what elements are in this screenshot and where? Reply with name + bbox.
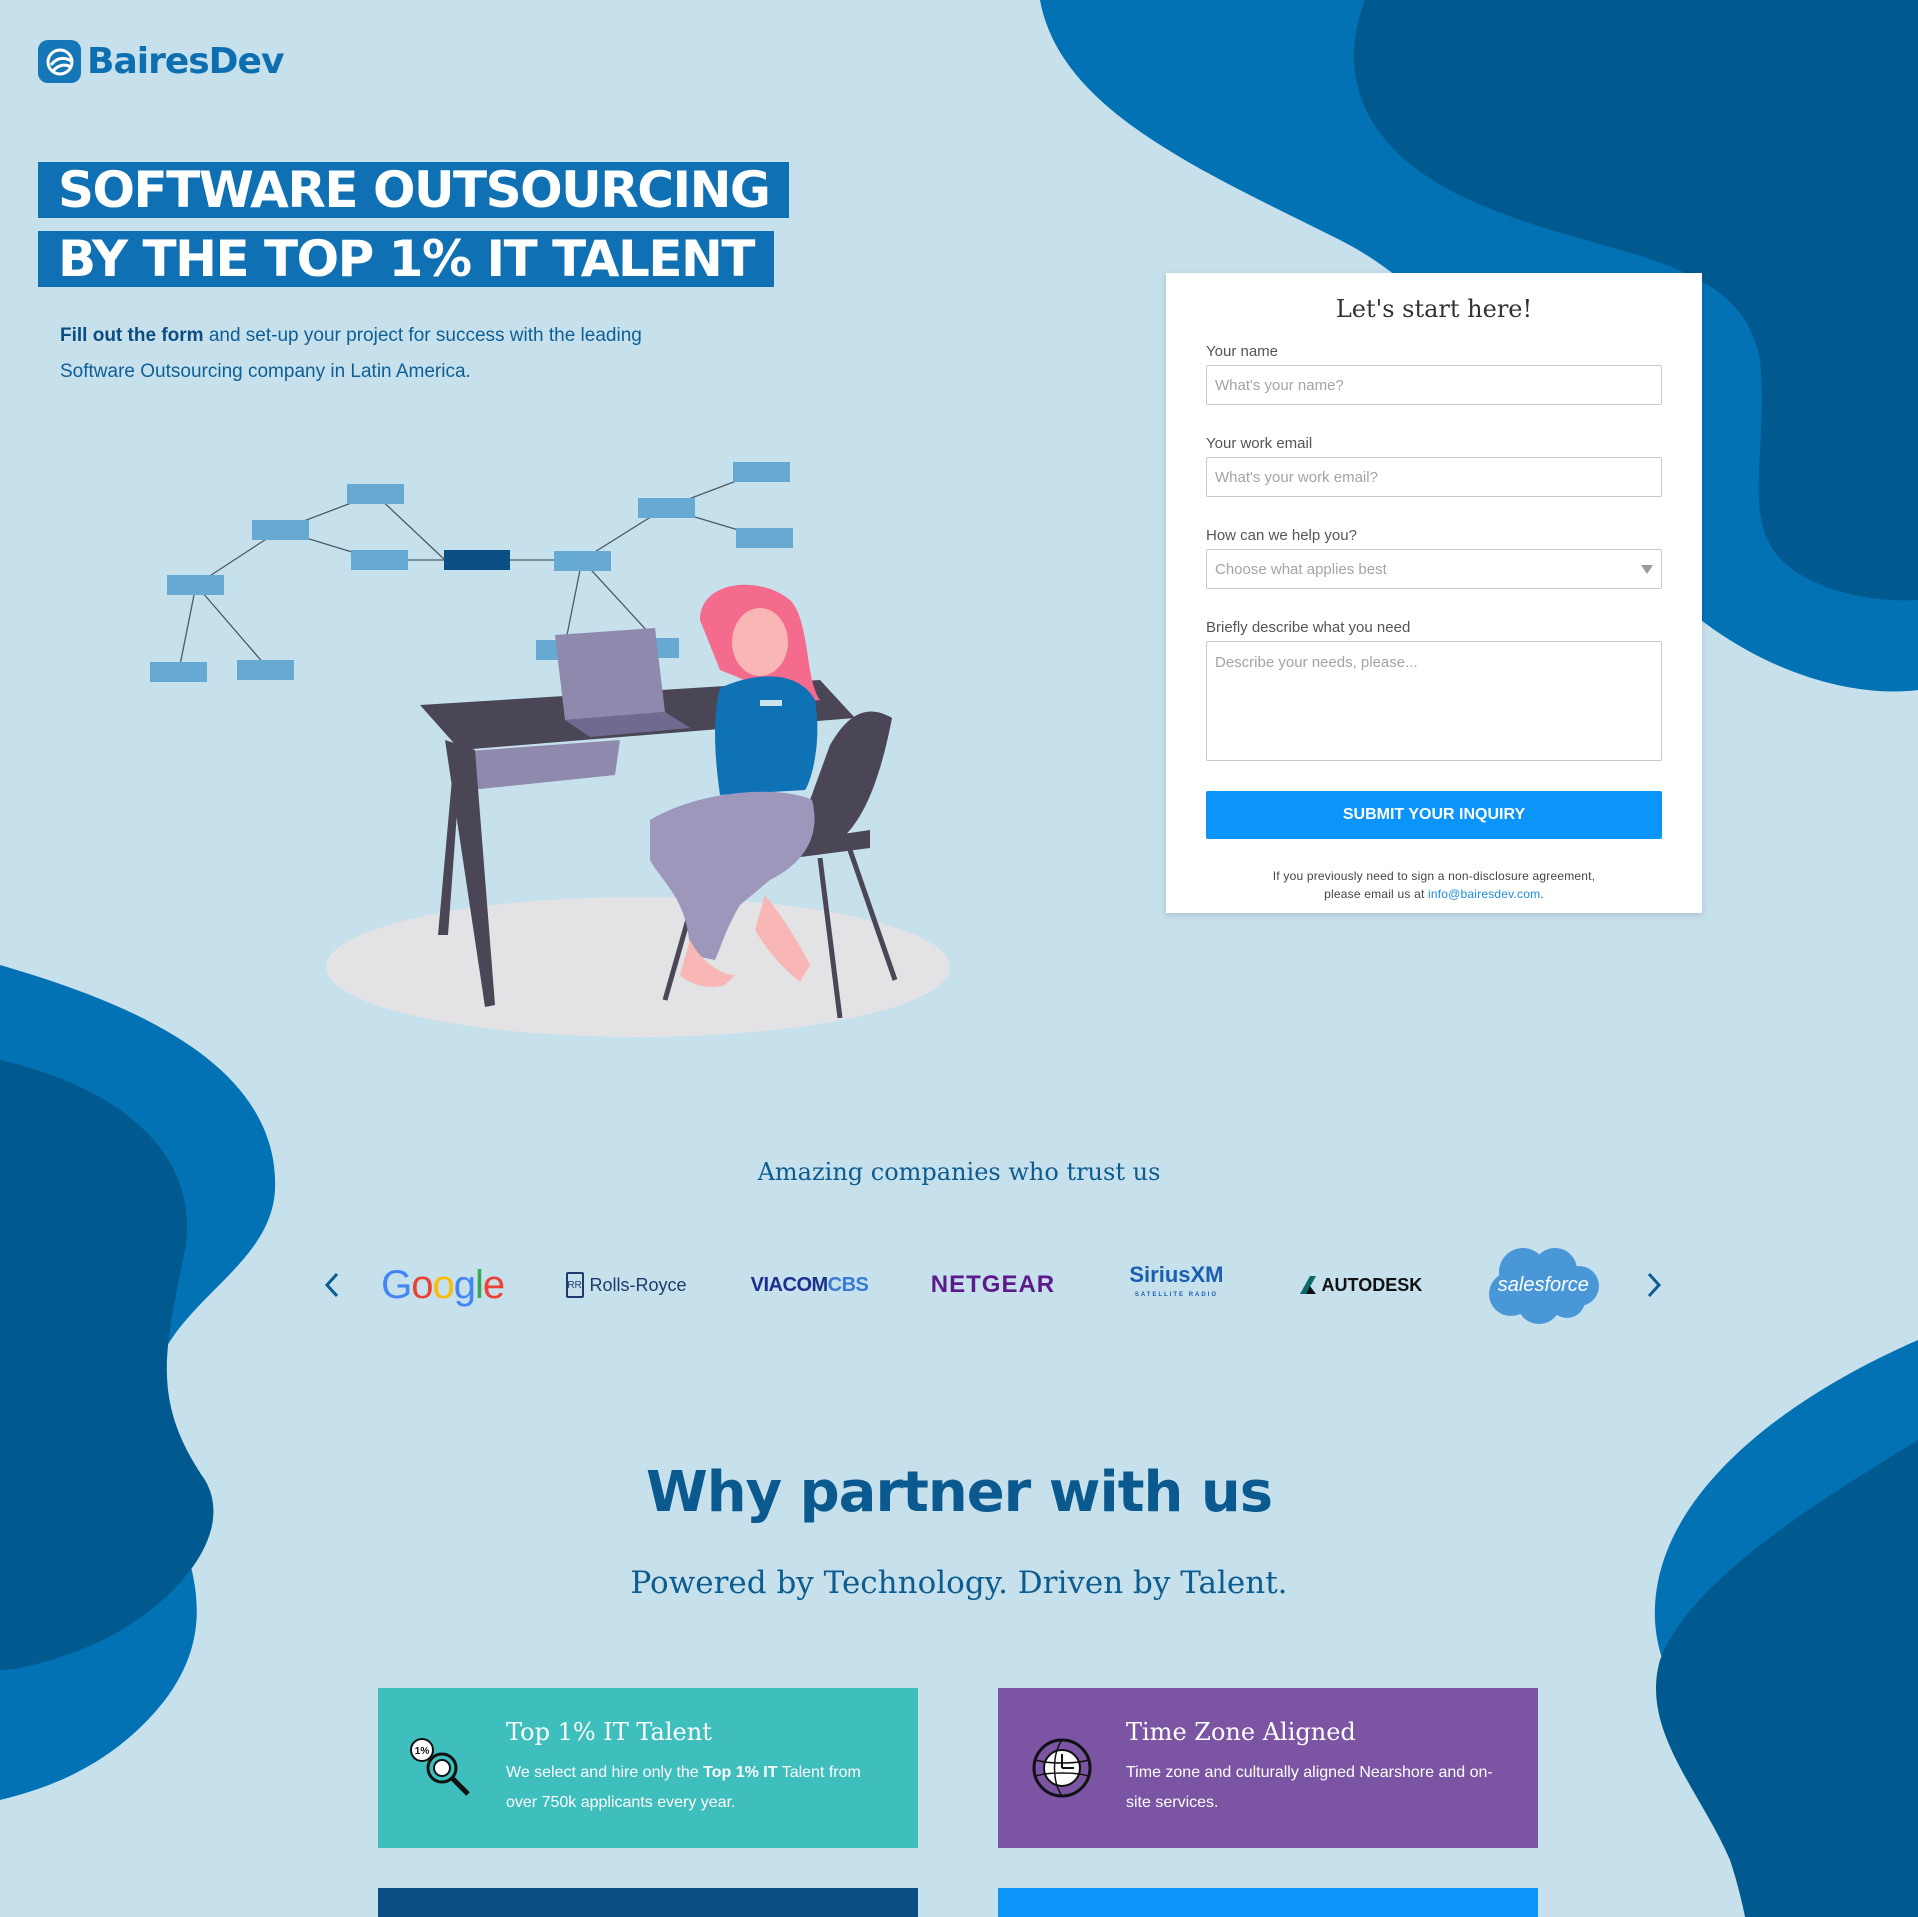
why-subtitle: Powered by Technology. Driven by Talent. [630, 1565, 1288, 1601]
globe-clock-icon [1032, 1738, 1092, 1798]
chevron-right-icon [1647, 1272, 1662, 1298]
feature-card-3 [378, 1888, 918, 1917]
nda-email-link[interactable]: info@bairesdev.com [1428, 887, 1540, 901]
logo-netgear: NETGEAR [930, 1271, 1056, 1298]
salesforce-text: salesforce [1497, 1273, 1589, 1296]
viacom-text: VIACOM [750, 1273, 829, 1296]
feature-icon-badge: 1% [415, 1746, 430, 1757]
feature-text: We select and hire only the Top 1% IT Ta… [506, 1764, 861, 1811]
email-label: Your work email [1206, 435, 1313, 452]
logo-salesforce: salesforce [1452, 1245, 1635, 1325]
magnifier-badge-icon: 1% [410, 1738, 470, 1796]
form-title: Let's start here! [1335, 295, 1533, 323]
rolls-royce-mark: RR [565, 1272, 584, 1298]
help-select[interactable]: Choose what applies best [1206, 549, 1662, 589]
caret-down-icon [1641, 564, 1653, 574]
email-input[interactable] [1206, 457, 1662, 497]
logo-autodesk: AUTODESK [1268, 1245, 1451, 1325]
nda-text-1: If you previously need to sign a non-dis… [1272, 869, 1596, 883]
siriusxm-text: SiriusXM [1129, 1262, 1224, 1287]
help-label: How can we help you? [1206, 527, 1357, 544]
describe-textarea[interactable] [1206, 641, 1662, 761]
client-logo-carousel: Google RR Rolls-Royce VIACOM CBS NETGEAR S… [313, 1240, 1673, 1330]
carousel-next-button[interactable] [1635, 1260, 1673, 1310]
feature-card-time-zone: Time Zone Aligned Time zone and cultural… [998, 1688, 1538, 1848]
hero-illustration [150, 462, 950, 1037]
help-select-value: Choose what applies best [1215, 560, 1387, 578]
feature-card-4 [998, 1888, 1538, 1917]
brand-name: BairesDev [87, 41, 284, 82]
logo-google: Google [381, 1262, 505, 1307]
autodesk-mark-icon [1299, 1276, 1316, 1294]
feature-title: Time Zone Aligned [1126, 1718, 1356, 1746]
hero-subtitle-bold: Fill out the form [60, 325, 204, 346]
brand-logo-icon [38, 40, 81, 83]
hero-title-line-2: BY THE TOP 1% IT TALENT [38, 231, 774, 287]
feature-title: Top 1% IT Talent [506, 1718, 712, 1746]
describe-label: Briefly describe what you need [1206, 619, 1411, 636]
logo-autodesk-text: AUTODESK [1321, 1274, 1423, 1295]
logo-rolls-royce: RR Rolls-Royce [534, 1245, 717, 1325]
name-input[interactable] [1206, 365, 1662, 405]
hero-subtitle: Fill out the form and set-up your projec… [60, 318, 660, 390]
cbs-text: CBS [827, 1273, 869, 1296]
nda-period: . [1540, 887, 1544, 901]
brand-logo[interactable]: BairesDev [38, 40, 284, 83]
feature-text: Time zone and culturally aligned Nearsho… [1126, 1764, 1493, 1811]
trust-title: Amazing companies who trust us [757, 1158, 1161, 1186]
logo-viacomcbs: VIACOM CBS [718, 1245, 901, 1325]
submit-button[interactable]: SUBMIT YOUR INQUIRY [1206, 791, 1662, 839]
logo-siriusxm: SiriusXM SATELLITE RADIO [1085, 1245, 1268, 1325]
carousel-prev-button[interactable] [313, 1260, 351, 1310]
feature-card-top-talent: 1% Top 1% IT Talent We select and hire o… [378, 1688, 918, 1848]
salesforce-cloud: salesforce [1483, 1244, 1603, 1326]
siriusxm-subtext: SATELLITE RADIO [1134, 1292, 1219, 1298]
nda-note: If you previously need to sign a non-dis… [1206, 867, 1662, 903]
name-label: Your name [1206, 343, 1278, 360]
logo-rolls-royce-text: Rolls-Royce [589, 1274, 687, 1295]
chevron-left-icon [324, 1272, 339, 1298]
inquiry-form: Let's start here! Your name Your work em… [1166, 273, 1702, 913]
why-title: Why partner with us [645, 1460, 1273, 1525]
nda-text-2: please email us at [1324, 887, 1429, 901]
hero-title-line-1: SOFTWARE OUTSOURCING [38, 162, 790, 218]
